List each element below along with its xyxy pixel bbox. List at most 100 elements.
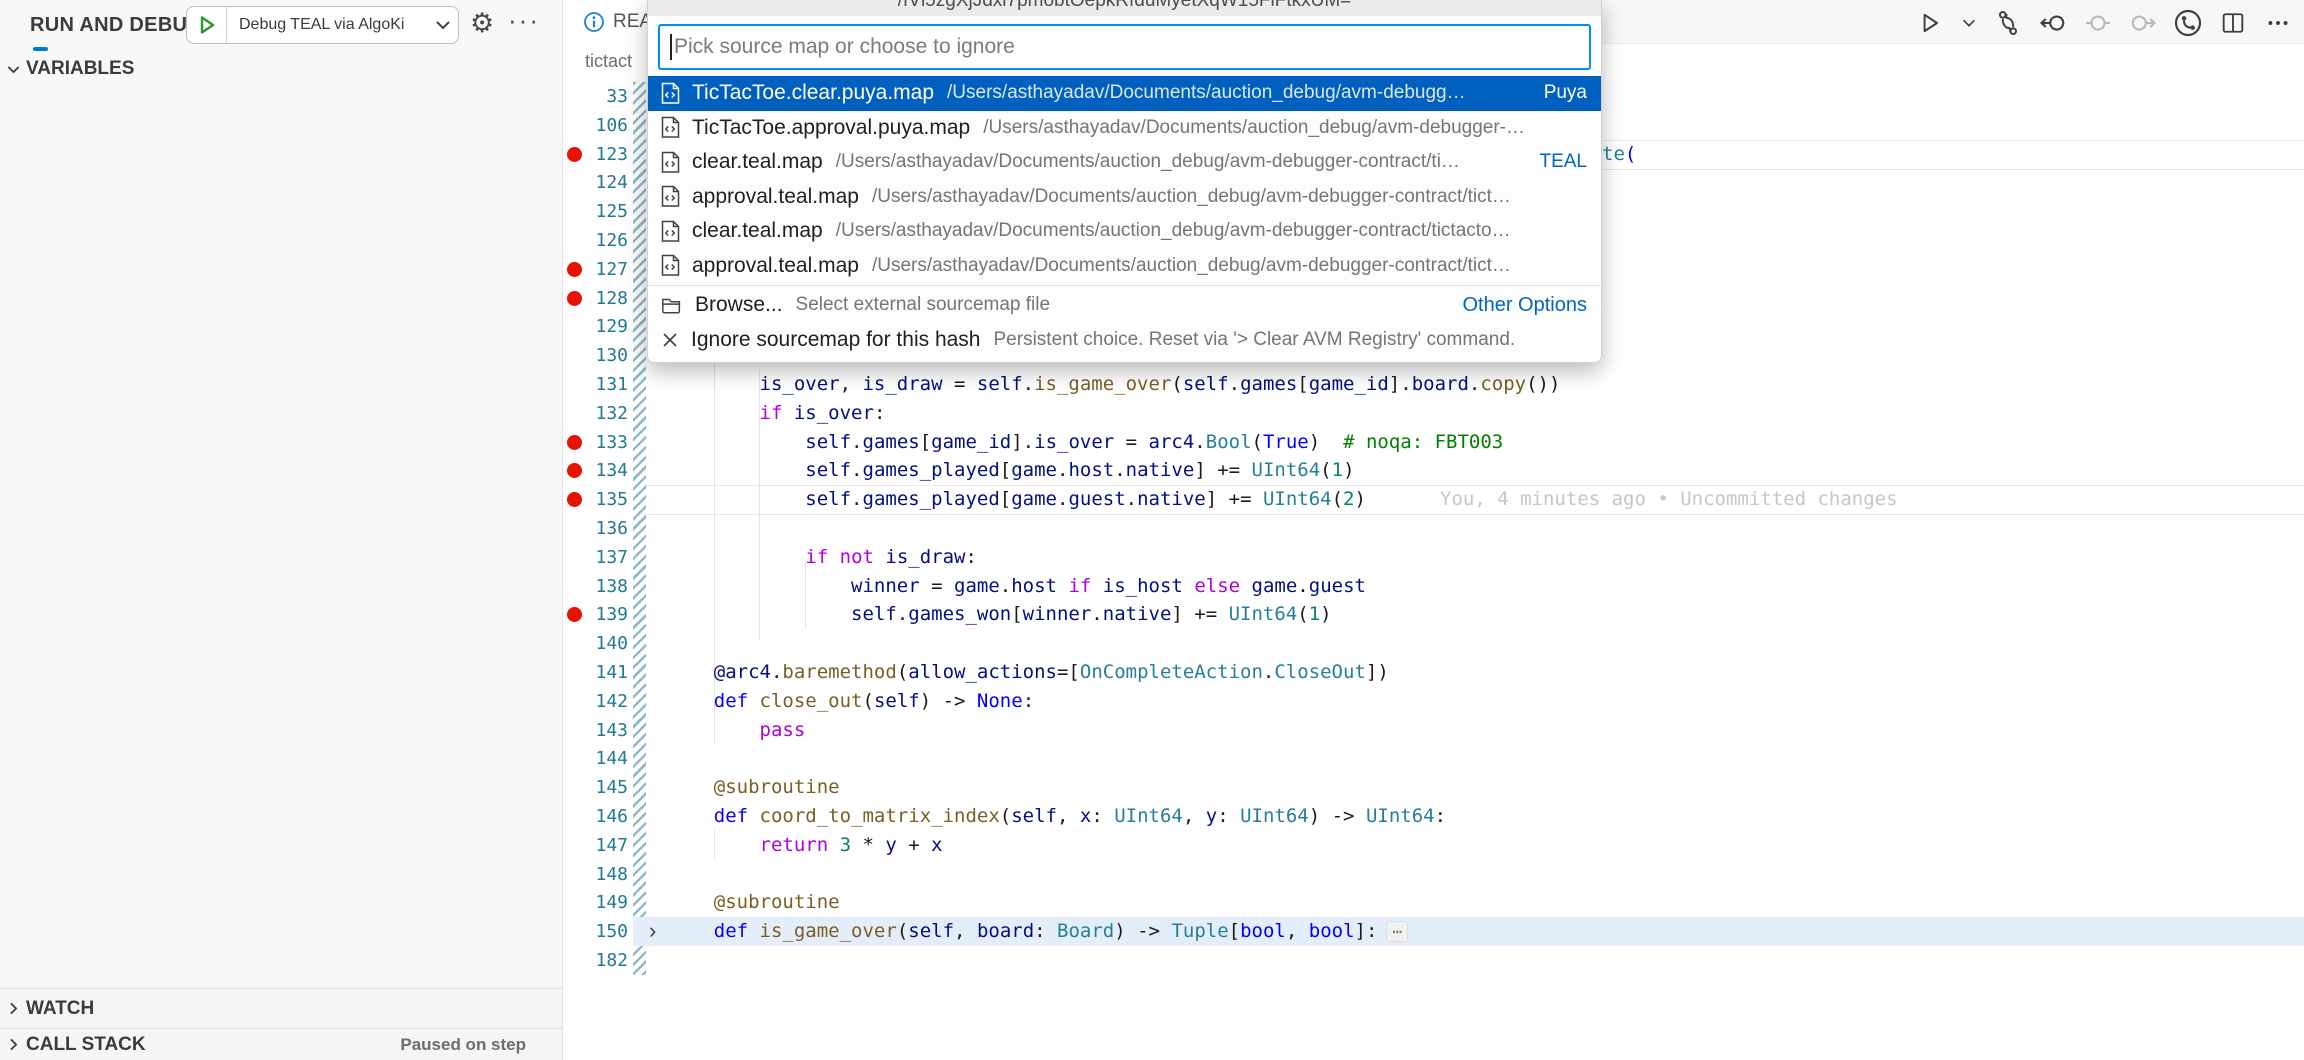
code-line-141[interactable]: 141 @arc4.baremethod(allow_actions=[OnCo… [563,658,2304,687]
code-text: def coord_to_matrix_index(self, x: UInt6… [668,802,1446,831]
quickpick-item[interactable]: clear.teal.map/Users/asthayadav/Document… [648,145,1601,180]
run-graph-icon[interactable] [2172,7,2204,39]
code-line-148[interactable]: 148 [563,860,2304,889]
code-line-146[interactable]: 146 def coord_to_matrix_index(self, x: U… [563,802,2304,831]
code-text: @arc4.baremethod(allow_actions=[OnComple… [668,658,1389,687]
chevron-down-icon[interactable] [428,15,458,35]
step-current-icon[interactable] [2082,7,2114,39]
quickpick-item[interactable]: clear.teal.map/Users/asthayadav/Document… [648,214,1601,249]
quickpick-widget: /fVl5zgXjJdxl7pmobtOepkRfduMyetXqW15FlFt… [647,0,1602,363]
breadcrumb-item[interactable]: tictact [585,51,632,72]
line-number: 146 [573,802,628,831]
arrow-swap-icon[interactable] [1992,7,2024,39]
sidebar-title: RUN AND DEBUG [30,14,203,37]
fold-chevron-icon[interactable]: › [649,917,656,944]
ignore-label: Ignore sourcemap for this hash [691,328,981,352]
line-number: 129 [573,312,628,341]
quickpick-item-path: /Users/asthayadav/Documents/auction_debu… [947,82,1466,104]
line-number: 134 [573,456,628,485]
code-text: self.games_played[game.host.native] += U… [668,456,1355,485]
close-icon [661,331,679,349]
code-line-133[interactable]: 133 self.games[game_id].is_over = arc4.B… [563,428,2304,457]
code-text: self.games[game_id].is_over = arc4.Bool(… [668,428,1503,457]
code-line-140[interactable]: 140 [563,629,2304,658]
sidebar-section-watch[interactable]: WATCH [0,988,562,1028]
quickpick-ignore-item[interactable]: Ignore sourcemap for this hash Persisten… [648,323,1601,358]
code-line-147[interactable]: 147 return 3 * y + x [563,831,2304,860]
chevron-right-icon [0,1000,26,1017]
call-stack-section-label: CALL STACK [26,1034,146,1056]
code-line-144[interactable]: 144 [563,744,2304,773]
more-actions-icon[interactable]: ··· [508,0,540,40]
quickpick-browse-item[interactable]: Browse... Select external sourcemap file… [648,288,1601,323]
code-line-149[interactable]: 149 @subroutine [563,888,2304,917]
quickpick-item-label: clear.teal.map [692,150,823,174]
ignore-description: Persistent choice. Reset via '> Clear AV… [994,329,1516,351]
file-code-icon [661,254,680,277]
code-line-134[interactable]: 134 self.games_played[game.host.native] … [563,456,2304,485]
quickpick-item-label: approval.teal.map [692,185,859,209]
run-dropdown-chevron-icon[interactable] [1959,7,1979,39]
split-editor-icon[interactable] [2217,7,2249,39]
code-text: if not is_draw: [668,543,977,572]
code-line-131[interactable]: 131 is_over, is_draw = self.is_game_over… [563,370,2304,399]
quickpick-list: TicTacToe.clear.puya.map/Users/asthayada… [648,76,1601,357]
quickpick-item-path: /Users/asthayadav/Documents/auction_debu… [836,151,1460,173]
code-line-136[interactable]: 136 [563,514,2304,543]
browse-label: Browse... [695,293,783,317]
code-line-137[interactable]: 137 if not is_draw: [563,543,2304,572]
line-number: 149 [573,888,628,917]
quickpick-item-path: /Users/asthayadav/Documents/auction_debu… [872,255,1511,277]
line-number: 138 [573,572,628,601]
text-caret [670,34,672,60]
line-number: 133 [573,428,628,457]
line-number: 140 [573,629,628,658]
chevron-right-icon [0,1036,26,1053]
file-code-icon [661,116,680,139]
file-code-icon [661,82,680,105]
run-and-debug-sidebar: RUN AND DEBUG Debug TEAL via AlgoKi ⚙ ··… [0,0,563,1060]
line-number: 131 [573,370,628,399]
code-text: if is_over: [668,399,885,428]
line-number: 142 [573,687,628,716]
code-line-135[interactable]: 135 self.games_played[game.guest.native]… [563,485,2304,514]
line-number: 145 [573,773,628,802]
code-line-143[interactable]: 143 pass [563,716,2304,745]
vscode-window: RUN AND DEBUG Debug TEAL via AlgoKi ⚙ ··… [0,0,2304,1060]
code-line-132[interactable]: 132 if is_over: [563,399,2304,428]
quickpick-item-path: /Users/asthayadav/Documents/auction_debu… [836,220,1511,242]
code-text: is_over, is_draw = self.is_game_over(sel… [668,370,1560,399]
quickpick-item[interactable]: approval.teal.map/Users/asthayadav/Docum… [648,180,1601,215]
code-line-182[interactable]: 182 [563,946,2304,975]
code-text: pass [668,716,805,745]
quickpick-input[interactable]: Pick source map or choose to ignore [658,24,1591,70]
code-text: self.games_played[game.guest.native] += … [668,485,1366,514]
sidebar-section-variables[interactable]: VARIABLES [0,52,562,86]
run-button[interactable] [1914,7,1946,39]
step-forward-icon[interactable] [2127,7,2159,39]
more-actions-icon[interactable] [2262,7,2294,39]
line-number: 106 [573,111,628,140]
info-icon [583,11,605,33]
file-code-icon [661,220,680,243]
start-debug-button[interactable] [187,7,227,43]
code-line-150[interactable]: 150› def is_game_over(self, board: Board… [563,917,2304,946]
code-line-139[interactable]: 139 self.games_won[winner.native] += UIn… [563,600,2304,629]
line-number: 127 [573,255,628,284]
play-icon [195,13,219,37]
gear-icon[interactable]: ⚙ [470,5,494,41]
step-back-icon[interactable] [2037,7,2069,39]
code-text: return 3 * y + x [668,831,943,860]
quickpick-item[interactable]: TicTacToe.clear.puya.map/Users/asthayada… [648,76,1601,111]
code-text: self.games_won[winner.native] += UInt64(… [668,600,1332,629]
code-text: winner = game.host if is_host else game.… [668,572,1366,601]
quickpick-item[interactable]: approval.teal.map/Users/asthayadav/Docum… [648,249,1601,284]
debug-config-dropdown[interactable]: Debug TEAL via AlgoKi [186,6,459,44]
git-blame-annotation: You, 4 minutes ago • Uncommitted changes [1440,485,1898,514]
code-line-145[interactable]: 145 @subroutine [563,773,2304,802]
code-line-142[interactable]: 142 def close_out(self) -> None: [563,687,2304,716]
code-line-138[interactable]: 138 winner = game.host if is_host else g… [563,572,2304,601]
other-options-link[interactable]: Other Options [1446,294,1587,317]
sidebar-section-call-stack[interactable]: CALL STACK Paused on step [0,1028,562,1060]
quickpick-item[interactable]: TicTacToe.approval.puya.map/Users/asthay… [648,111,1601,146]
